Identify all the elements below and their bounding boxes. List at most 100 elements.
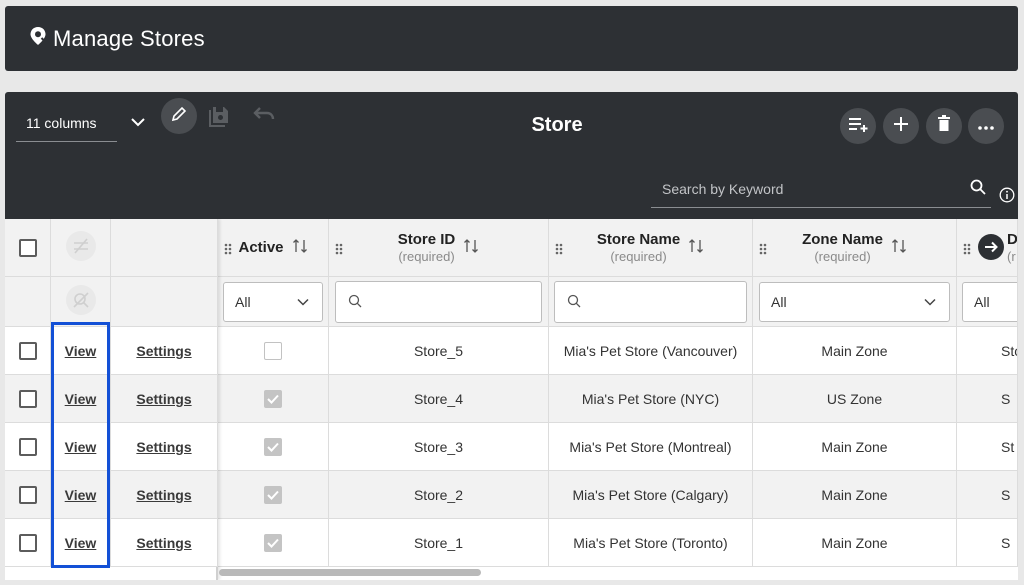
sort-icon[interactable] (292, 238, 308, 257)
more-button[interactable] (968, 108, 1004, 144)
dropdown-value: All (974, 294, 990, 310)
add-to-list-button[interactable] (840, 108, 876, 144)
active-checkbox[interactable] (264, 533, 282, 552)
active-cell (218, 519, 329, 567)
zone-name-cell: Main Zone (753, 471, 957, 519)
filter-off-icon[interactable] (65, 230, 97, 265)
view-link[interactable]: View (65, 439, 97, 455)
column-header-partial[interactable]: D (r (957, 219, 1018, 277)
search-off-icon[interactable] (65, 284, 97, 319)
view-cell: View (51, 375, 111, 423)
filter-clear-cell (51, 277, 111, 327)
scroll-right-button[interactable] (977, 233, 1005, 264)
active-checkbox[interactable] (264, 437, 282, 456)
view-cell: View (51, 519, 111, 567)
search-input[interactable] (651, 170, 991, 207)
store-grid-panel: 11 columns Store Search by Keyword View … (5, 92, 1018, 580)
row-select-cell (5, 471, 51, 519)
horizontal-scrollbar[interactable] (219, 569, 481, 576)
column-label-group: Store Name (required) (597, 231, 680, 265)
column-label-group: D (r (1007, 231, 1018, 265)
active-cell (218, 327, 329, 375)
row-checkbox[interactable] (18, 437, 37, 456)
filter-cell-partial: All (957, 277, 1018, 327)
active-cell (218, 423, 329, 471)
map-pin-icon (29, 26, 47, 51)
active-filter-dropdown[interactable]: All (223, 282, 323, 322)
store-id-cell: Store_1 (329, 519, 549, 567)
page-title: Manage Stores (53, 25, 205, 51)
info-icon[interactable] (999, 187, 1015, 208)
settings-link[interactable]: Settings (136, 391, 191, 407)
filter-cell-zone-name: All (753, 277, 957, 327)
store-id-cell: Store_4 (329, 375, 549, 423)
store-name-cell: Mia's Pet Store (Toronto) (549, 519, 753, 567)
settings-cell: Settings (111, 471, 218, 519)
row-checkbox[interactable] (18, 341, 37, 360)
required-label: (required) (814, 248, 871, 264)
sort-icon[interactable] (463, 238, 479, 257)
filter-cell-active: All (218, 277, 329, 327)
playlist-add-icon (847, 115, 869, 138)
column-label: Store ID (397, 230, 456, 248)
zone-name-cell: US Zone (753, 375, 957, 423)
drag-handle-icon[interactable] (759, 242, 767, 258)
hidden-filter-header (51, 219, 111, 277)
keyword-search[interactable] (651, 170, 991, 208)
add-button[interactable] (883, 108, 919, 144)
view-link[interactable]: View (65, 343, 97, 359)
sort-icon[interactable] (891, 238, 907, 257)
row-checkbox[interactable] (18, 533, 37, 552)
column-header-active[interactable]: Active (218, 219, 329, 277)
filter-cell-store-id (329, 277, 549, 327)
view-cell: View (51, 471, 111, 519)
settings-link[interactable]: Settings (136, 343, 191, 359)
store-name-cell: Mia's Pet Store (Vancouver) (549, 327, 753, 375)
more-horizontal-icon (978, 117, 994, 135)
drag-handle-icon[interactable] (224, 242, 232, 258)
row-select-cell (5, 423, 51, 471)
drag-handle-icon[interactable] (555, 242, 563, 258)
required-label: (r (1007, 249, 1016, 264)
active-checkbox[interactable] (264, 341, 282, 360)
drag-handle-icon[interactable] (963, 242, 971, 258)
store-name-filter-input[interactable] (554, 281, 747, 323)
row-select-cell (5, 375, 51, 423)
active-checkbox[interactable] (264, 389, 282, 408)
delete-button[interactable] (926, 108, 962, 144)
settings-link[interactable]: Settings (136, 535, 191, 551)
column-header-store-name[interactable]: Store Name (required) (549, 219, 753, 277)
view-link[interactable]: View (65, 391, 97, 407)
column-header-store-id[interactable]: Store ID (required) (329, 219, 549, 277)
column-label: D (1007, 231, 1018, 248)
settings-link[interactable]: Settings (136, 439, 191, 455)
pinned-columns: View Settings View Settings View Settings View… (5, 219, 218, 580)
row-checkbox[interactable] (18, 389, 37, 408)
data-table: View Settings View Settings View Settings View… (5, 219, 1018, 580)
settings-cell: Settings (111, 375, 218, 423)
view-link[interactable]: View (65, 487, 97, 503)
grid-toolbar: 11 columns Store (5, 92, 1018, 219)
active-cell (218, 375, 329, 423)
select-all-checkbox[interactable] (18, 238, 37, 257)
zone-filter-dropdown[interactable]: All (759, 282, 950, 322)
search-icon (348, 294, 362, 311)
filter-spacer (5, 277, 51, 327)
column-label-group: Zone Name (required) (802, 231, 883, 265)
search-icon[interactable] (970, 179, 986, 200)
drag-handle-icon[interactable] (335, 242, 343, 258)
view-link[interactable]: View (65, 535, 97, 551)
store-id-cell: Store_5 (329, 327, 549, 375)
view-cell: View (51, 327, 111, 375)
sort-icon[interactable] (688, 238, 704, 257)
store-id-filter-input[interactable] (335, 281, 542, 323)
dropdown-value: All (771, 294, 787, 310)
app-header: Manage Stores (5, 6, 1018, 71)
partial-filter-dropdown[interactable]: All (962, 282, 1017, 322)
settings-link[interactable]: Settings (136, 487, 191, 503)
column-header-zone-name[interactable]: Zone Name (required) (753, 219, 957, 277)
partial-cell: S (957, 375, 1018, 423)
row-checkbox[interactable] (18, 485, 37, 504)
column-label: Zone Name (802, 230, 883, 248)
active-checkbox[interactable] (264, 485, 282, 504)
